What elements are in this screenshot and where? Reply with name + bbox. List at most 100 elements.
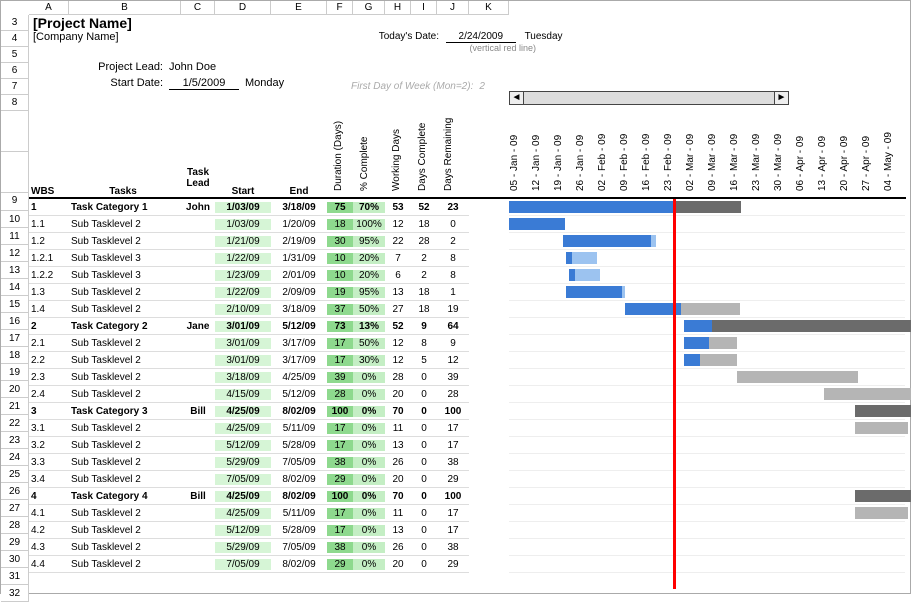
column-header-cell[interactable]: A: [29, 1, 69, 14]
duration-cell[interactable]: 73: [327, 321, 353, 332]
row-header-cell[interactable]: [1, 152, 29, 193]
duration-cell[interactable]: 30: [327, 236, 353, 247]
start-cell[interactable]: 3/18/09: [215, 372, 271, 383]
wbs-cell[interactable]: 3.1: [29, 423, 65, 434]
working-days-cell[interactable]: 22: [385, 236, 411, 247]
end-cell[interactable]: 8/02/09: [271, 559, 327, 570]
duration-cell[interactable]: 29: [327, 559, 353, 570]
days-remaining-cell[interactable]: 9: [437, 338, 469, 349]
wbs-cell[interactable]: 1.1: [29, 219, 65, 230]
start-cell[interactable]: 3/01/09: [215, 355, 271, 366]
slider-left-icon[interactable]: ◄: [510, 92, 524, 104]
days-complete-cell[interactable]: 0: [411, 474, 437, 485]
end-cell[interactable]: 8/02/09: [271, 491, 327, 502]
wbs-cell[interactable]: 1.2.1: [29, 253, 65, 264]
wbs-cell[interactable]: 2.1: [29, 338, 65, 349]
working-days-cell[interactable]: 11: [385, 423, 411, 434]
percent-cell[interactable]: 0%: [353, 423, 385, 434]
percent-cell[interactable]: 20%: [353, 270, 385, 281]
duration-cell[interactable]: 17: [327, 355, 353, 366]
duration-cell[interactable]: 75: [327, 202, 353, 213]
percent-cell[interactable]: 0%: [353, 457, 385, 468]
table-row[interactable]: 2Task Category 2Jane3/01/095/12/097313%5…: [29, 318, 469, 335]
row-header-cell[interactable]: 23: [1, 432, 29, 449]
days-complete-cell[interactable]: 18: [411, 287, 437, 298]
days-remaining-cell[interactable]: 0: [437, 219, 469, 230]
wbs-cell[interactable]: 3: [29, 406, 65, 417]
end-cell[interactable]: 5/28/09: [271, 525, 327, 536]
end-cell[interactable]: 5/11/09: [271, 423, 327, 434]
days-remaining-cell[interactable]: 8: [437, 253, 469, 264]
days-complete-cell[interactable]: 0: [411, 525, 437, 536]
days-remaining-cell[interactable]: 28: [437, 389, 469, 400]
row-header-cell[interactable]: 22: [1, 415, 29, 432]
start-cell[interactable]: 4/15/09: [215, 389, 271, 400]
row-header-cell[interactable]: 18: [1, 347, 29, 364]
days-complete-cell[interactable]: 18: [411, 219, 437, 230]
end-cell[interactable]: 2/01/09: [271, 270, 327, 281]
end-cell[interactable]: 5/12/09: [271, 389, 327, 400]
table-row[interactable]: 4.1Sub Tasklevel 24/25/095/11/09170%1101…: [29, 505, 469, 522]
column-header-cell[interactable]: E: [271, 1, 327, 14]
column-header-cell[interactable]: D: [215, 1, 271, 14]
task-cell[interactable]: Sub Tasklevel 2: [65, 542, 181, 553]
days-complete-cell[interactable]: 0: [411, 508, 437, 519]
task-cell[interactable]: Task Category 4: [65, 491, 181, 502]
days-remaining-cell[interactable]: 100: [437, 491, 469, 502]
end-cell[interactable]: 2/09/09: [271, 287, 327, 298]
days-remaining-cell[interactable]: 17: [437, 525, 469, 536]
duration-cell[interactable]: 19: [327, 287, 353, 298]
percent-cell[interactable]: 0%: [353, 406, 385, 417]
row-header-cell[interactable]: [1, 111, 29, 152]
days-complete-cell[interactable]: 9: [411, 321, 437, 332]
end-cell[interactable]: 1/31/09: [271, 253, 327, 264]
row-header-cell[interactable]: 30: [1, 551, 29, 568]
start-cell[interactable]: 1/22/09: [215, 287, 271, 298]
working-days-cell[interactable]: 12: [385, 355, 411, 366]
days-remaining-cell[interactable]: 23: [437, 202, 469, 213]
days-remaining-cell[interactable]: 17: [437, 423, 469, 434]
working-days-cell[interactable]: 27: [385, 304, 411, 315]
days-remaining-cell[interactable]: 12: [437, 355, 469, 366]
percent-cell[interactable]: 30%: [353, 355, 385, 366]
days-complete-cell[interactable]: 18: [411, 304, 437, 315]
row-header-cell[interactable]: 27: [1, 500, 29, 517]
task-cell[interactable]: Sub Tasklevel 2: [65, 236, 181, 247]
days-remaining-cell[interactable]: 19: [437, 304, 469, 315]
duration-cell[interactable]: 17: [327, 440, 353, 451]
wbs-cell[interactable]: 3.3: [29, 457, 65, 468]
row-header-cell[interactable]: 11: [1, 228, 29, 245]
table-row[interactable]: 3.2Sub Tasklevel 25/12/095/28/09170%1301…: [29, 437, 469, 454]
task-cell[interactable]: Sub Tasklevel 2: [65, 338, 181, 349]
start-cell[interactable]: 1/03/09: [215, 219, 271, 230]
column-header-cell[interactable]: C: [181, 1, 215, 14]
percent-cell[interactable]: 0%: [353, 440, 385, 451]
end-cell[interactable]: 3/17/09: [271, 355, 327, 366]
start-cell[interactable]: 4/25/09: [215, 406, 271, 417]
date-slider[interactable]: ◄ ►: [509, 91, 789, 105]
working-days-cell[interactable]: 12: [385, 219, 411, 230]
percent-cell[interactable]: 95%: [353, 236, 385, 247]
task-cell[interactable]: Task Category 2: [65, 321, 181, 332]
table-row[interactable]: 1.2.1Sub Tasklevel 31/22/091/31/091020%7…: [29, 250, 469, 267]
row-header-cell[interactable]: 16: [1, 313, 29, 330]
percent-cell[interactable]: 0%: [353, 389, 385, 400]
end-cell[interactable]: 7/05/09: [271, 542, 327, 553]
days-complete-cell[interactable]: 0: [411, 559, 437, 570]
duration-cell[interactable]: 39: [327, 372, 353, 383]
working-days-cell[interactable]: 13: [385, 287, 411, 298]
days-complete-cell[interactable]: 0: [411, 457, 437, 468]
task-cell[interactable]: Sub Tasklevel 2: [65, 525, 181, 536]
end-cell[interactable]: 2/19/09: [271, 236, 327, 247]
start-cell[interactable]: 4/25/09: [215, 508, 271, 519]
task-cell[interactable]: Task Category 1: [65, 202, 181, 213]
task-cell[interactable]: Sub Tasklevel 2: [65, 474, 181, 485]
table-row[interactable]: 1.3Sub Tasklevel 21/22/092/09/091995%131…: [29, 284, 469, 301]
project-lead-value[interactable]: John Doe: [169, 61, 249, 73]
row-header-cell[interactable]: 7: [1, 79, 29, 95]
wbs-cell[interactable]: 2: [29, 321, 65, 332]
table-row[interactable]: 4.3Sub Tasklevel 25/29/097/05/09380%2603…: [29, 539, 469, 556]
days-remaining-cell[interactable]: 17: [437, 440, 469, 451]
row-header-cell[interactable]: 6: [1, 63, 29, 79]
task-cell[interactable]: Sub Tasklevel 2: [65, 219, 181, 230]
